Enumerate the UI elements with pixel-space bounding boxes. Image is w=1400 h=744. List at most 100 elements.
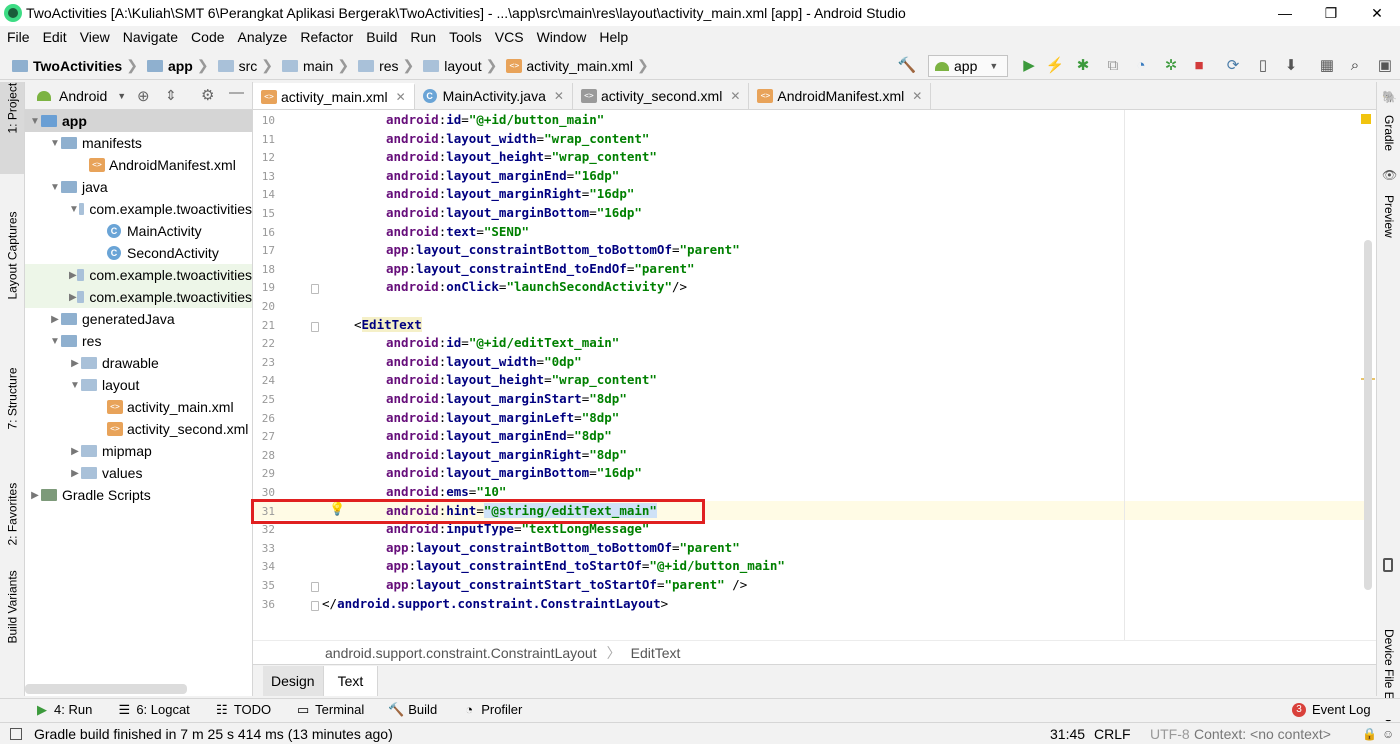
tree-item-drawable[interactable]: ▶ drawable [25,352,252,374]
tool-tab-layout-captures[interactable]: Layout Captures [6,211,20,299]
horizontal-scrollbar[interactable] [25,684,187,694]
view-mode-select[interactable]: Android [59,88,107,104]
code-line[interactable]: app:layout_constraintStart_toStartOf="pa… [386,577,747,592]
code-line[interactable]: android:layout_marginStart="8dp" [386,391,627,406]
tool-terminal[interactable]: ▭ Terminal [295,702,364,718]
attach-debugger-icon[interactable]: ⧉ [1104,56,1122,74]
tree-item-mipmap[interactable]: ▶ mipmap [25,440,252,462]
fold-marker-icon[interactable] [311,582,319,592]
close-tab-icon[interactable]: ✕ [730,89,740,103]
menu-view[interactable]: View [73,29,116,45]
layout-toggle-icon[interactable] [10,727,22,740]
tree-item-res[interactable]: ▼ res [25,330,252,352]
debug-attach-icon[interactable]: ✲ [1162,56,1180,74]
tool-todo[interactable]: ☷ TODO [214,702,271,718]
run-icon[interactable]: ▶ [1020,56,1038,74]
code-line[interactable]: android:layout_marginRight="16dp" [386,186,634,201]
tool-logcat[interactable]: ☰ 6: Logcat [116,702,189,718]
hide-icon[interactable]: — [229,84,244,101]
menu-help[interactable]: Help [592,29,634,45]
close-tab-icon[interactable]: ✕ [912,89,922,103]
avd-manager-icon[interactable]: ▯ [1254,56,1272,74]
code-line[interactable]: android:layout_marginRight="8dp" [386,447,627,462]
fold-marker-icon[interactable] [311,284,319,295]
tab-activity-main[interactable]: <> activity_main.xml ✕ [253,83,415,109]
target-icon[interactable]: ⊕ [137,87,150,105]
breadcrumb-layout[interactable]: layout ❯ [423,57,506,74]
apply-changes-icon[interactable]: ⚡ [1046,56,1065,74]
run-config-select[interactable]: app ▼ [928,55,1008,77]
breadcrumb-constraintlayout[interactable]: android.support.constraint.ConstraintLay… [325,645,597,661]
code-line[interactable]: app:layout_constraintEnd_toStartOf="@+id… [386,558,785,573]
code-line[interactable]: android:layout_marginBottom="16dp" [386,465,642,480]
code-editor[interactable]: 10 android:id="@+id/button_main" 11 android… [253,110,1376,640]
menu-build[interactable]: Build [359,29,403,45]
code-line[interactable]: app:layout_constraintBottom_toBottomOf="… [386,540,740,555]
tree-item-package-test[interactable]: ▶ com.example.twoactivities [25,286,252,308]
tree-item-manifests[interactable]: ▼ manifests [25,132,252,154]
chevron-down-icon[interactable]: ▼ [117,91,126,101]
breadcrumb-res[interactable]: res ❯ [358,57,423,74]
code-line[interactable]: android:layout_marginBottom="16dp" [386,205,642,220]
tool-tab-structure[interactable]: 7: Structure [6,367,20,429]
tool-tab-build-variants[interactable]: Build Variants [6,570,20,643]
fold-marker-icon[interactable] [311,321,319,332]
tool-tab-gradle[interactable]: Gradle [1382,115,1396,151]
menu-navigate[interactable]: Navigate [116,29,184,45]
tool-tab-favorites[interactable]: 2: Favorites [6,483,20,546]
lock-icon[interactable]: 🔒 [1362,727,1377,741]
code-line[interactable]: android:layout_width="wrap_content" [386,131,649,146]
stop-icon[interactable]: ■ [1190,56,1208,74]
project-structure-icon[interactable]: ▦ [1318,56,1336,74]
close-tab-icon[interactable]: ✕ [396,90,406,104]
breadcrumb-edittext[interactable]: EditText [631,645,681,661]
line-separator[interactable]: CRLF [1094,726,1131,742]
maximize-button[interactable]: ❐ [1308,0,1354,26]
tree-item-values[interactable]: ▶ values [25,462,252,484]
tool-build[interactable]: 🔨 Build [388,702,437,718]
breadcrumb-main[interactable]: main ❯ [281,57,358,74]
tree-item-activity-main[interactable]: <> activity_main.xml [25,396,252,418]
minimize-button[interactable]: — [1262,0,1308,26]
tab-mainactivity[interactable]: C MainActivity.java ✕ [415,83,573,109]
code-line[interactable]: android:layout_marginEnd="16dp" [386,168,619,183]
close-button[interactable]: ✕ [1354,0,1400,26]
tree-item-layout[interactable]: ▼ layout [25,374,252,396]
code-line[interactable]: android:layout_marginLeft="8dp" [386,410,619,425]
sync-gradle-icon[interactable]: ⟳ [1224,56,1242,74]
breadcrumb-src[interactable]: src ❯ [217,57,282,74]
inspection-status-icon[interactable] [1361,114,1371,124]
code-line[interactable]: app:layout_constraintEnd_toEndOf="parent… [386,261,695,276]
breadcrumb-project[interactable]: TwoActivities ❯ [12,57,147,74]
tool-tab-device-file-explorer[interactable]: Device File Explorer [1382,629,1396,736]
menu-window[interactable]: Window [530,29,593,45]
tool-tab-preview[interactable]: Preview [1382,195,1396,238]
code-line[interactable]: </android.support.constraint.ConstraintL… [322,596,668,611]
make-project-icon[interactable]: 🔨 [898,56,917,74]
menu-edit[interactable]: Edit [36,29,73,45]
tool-run[interactable]: ▶ 4: Run [34,702,92,718]
menu-run[interactable]: Run [403,29,442,45]
code-line[interactable]: android:id="@+id/button_main" [386,112,604,127]
tree-item-package-main[interactable]: ▼ com.example.twoactivities [25,198,252,220]
sdk-manager-icon[interactable]: ⬇ [1282,56,1300,74]
code-line[interactable]: android:layout_height="wrap_content" [386,372,657,387]
collapse-icon[interactable]: ⇕ [165,87,177,104]
profile-icon[interactable]: ◔ [1132,56,1150,74]
tab-androidmanifest[interactable]: <> AndroidManifest.xml ✕ [749,83,932,109]
tree-item-mainactivity[interactable]: C MainActivity [25,220,252,242]
debug-icon[interactable]: ✱ [1074,56,1092,74]
status-message[interactable]: Gradle build finished in 7 m 25 s 414 ms… [34,726,393,742]
hector-icon[interactable]: ☺ [1382,727,1394,741]
tab-text[interactable]: Text [322,665,379,696]
code-line[interactable]: android:onClick="launchSecondActivity"/> [386,279,687,294]
breadcrumb-app[interactable]: app ❯ [146,57,218,74]
tab-design[interactable]: Design [263,665,323,696]
menu-vcs[interactable]: VCS [488,29,530,45]
menu-analyze[interactable]: Analyze [231,29,294,45]
tree-item-java[interactable]: ▼ java [25,176,252,198]
tool-profiler[interactable]: ◔ Profiler [461,702,522,717]
tree-item-generatedjava[interactable]: ▶ generatedJava [25,308,252,330]
tree-item-androidmanifest[interactable]: <> AndroidManifest.xml [25,154,252,176]
code-line[interactable]: android:layout_height="wrap_content" [386,149,657,164]
